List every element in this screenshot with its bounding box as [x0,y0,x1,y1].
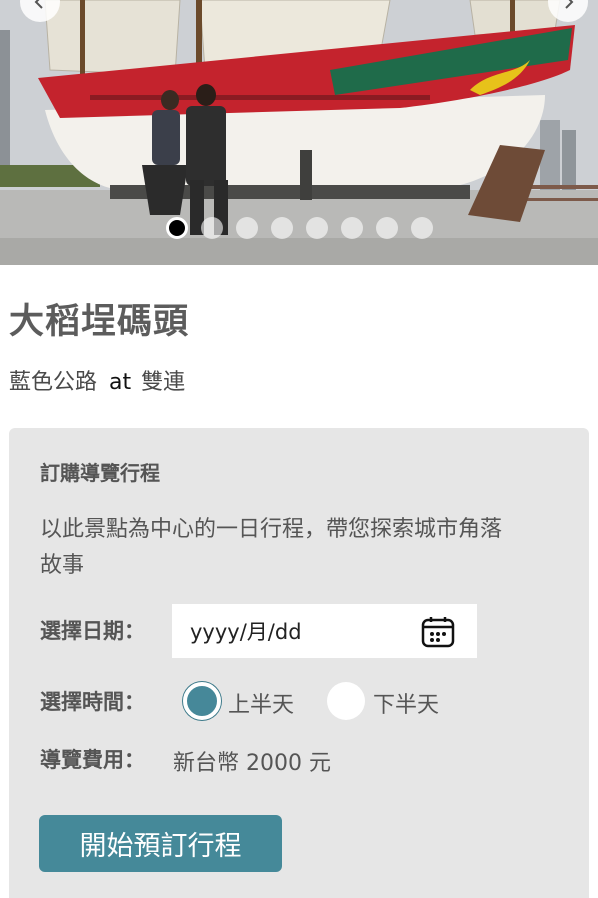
date-label: 選擇日期： [40,619,145,643]
start-booking-button[interactable]: 開始預訂行程 [39,815,282,872]
attraction-subtitle: 藍色公路 at 雙連 [9,364,185,396]
date-placeholder: yyyy/月/dd [190,620,302,644]
time-option-morning-radio[interactable] [183,682,221,720]
booking-card: 訂購導覽行程 以此景點為中心的一日行程，帶您探索城市角落故事 選擇日期： yyy… [9,428,589,898]
carousel-dot[interactable] [411,217,433,239]
fee-value: 新台幣 2000 元 [173,751,331,776]
calendar-icon[interactable] [421,615,455,649]
at-separator: at [109,370,132,395]
route-name: 藍色公路 [9,370,98,395]
booking-heading: 訂購導覽行程 [40,461,160,485]
fee-label: 導覽費用： [40,748,145,772]
chevron-left-icon [34,0,43,9]
time-label: 選擇時間： [40,690,145,714]
time-option-afternoon-radio[interactable] [327,682,365,720]
carousel-dot[interactable] [341,217,363,239]
partner-name: 雙連 [141,370,186,395]
carousel-indicators [166,217,433,239]
booking-description: 以此景點為中心的一日行程，帶您探索城市角落故事 [40,517,503,578]
carousel-dot[interactable] [236,217,258,239]
carousel-dot[interactable] [306,217,328,239]
chevron-right-icon [565,0,574,9]
hero-carousel [0,0,598,265]
page-title: 大稻埕碼頭 [9,302,190,342]
time-option-afternoon-label[interactable]: 下半天 [373,687,439,719]
carousel-dot[interactable] [271,217,293,239]
time-option-morning-label[interactable]: 上半天 [228,687,294,719]
carousel-dot[interactable] [201,217,223,239]
carousel-dot[interactable] [166,217,188,239]
carousel-dot[interactable] [376,217,398,239]
date-input[interactable]: yyyy/月/dd [172,604,477,658]
